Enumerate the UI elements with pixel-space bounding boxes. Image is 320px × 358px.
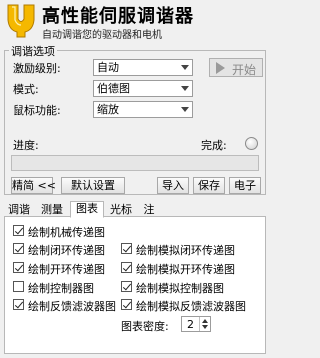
tab-measure[interactable]: 测量 [36,202,68,217]
tab-cursor[interactable]: 光标 [106,202,136,217]
checkbox-label: 绘制反馈滤波器图 [28,300,116,313]
arrow-up-icon[interactable] [202,319,208,323]
checkbox-box [13,299,24,310]
tuning-options-group: 调谐选项 激励级别: 自动 开始 模式: 伯德图 鼠标功能: 缩放 进度: 完成… [4,43,266,195]
app-subtitle: 自动调谐您的驱动器和电机 [42,30,162,41]
chart-density-value: 2 [187,318,194,331]
tuning-fork-logo-icon [7,4,35,38]
import-button[interactable]: 导入 [157,177,189,194]
play-icon [216,62,225,74]
checkbox-label: 绘制闭环传递图 [28,244,105,257]
save-button[interactable]: 保存 [193,177,225,194]
excitation-label: 激励级别: [13,62,61,75]
checkbox-box [13,281,24,292]
checkbox-box [13,225,24,236]
progress-label: 进度: [13,139,39,152]
electronic-button[interactable]: 电子 [229,177,261,194]
mouse-function-label: 鼠标功能: [13,104,61,117]
mouse-function-select[interactable]: 缩放 [93,101,193,118]
start-button-label: 开始 [232,63,257,77]
chart-density-spinner[interactable]: 2 [181,316,211,332]
tab-chart[interactable]: 图表 [70,201,104,218]
spinner-arrows[interactable] [199,317,210,331]
chart-density-label: 图表密度: [121,320,169,333]
checkbox-box [121,262,132,273]
checkbox-box [13,262,24,273]
group-title: 调谐选项 [9,43,57,59]
progress-bar [11,155,259,171]
arrow-down-icon[interactable] [202,325,208,329]
checkbox-label: 绘制模拟控制器图 [136,282,224,295]
chevron-down-icon [181,107,189,112]
simple-button[interactable]: 精简 << [11,177,56,194]
done-label: 完成: [201,139,227,152]
mode-select[interactable]: 伯德图 [93,80,193,97]
checkbox-box [121,243,132,254]
checkbox-label: 绘制模拟开环传递图 [136,263,235,276]
checkbox-box [121,299,132,310]
checkbox-box [121,281,132,292]
done-indicator-icon [245,137,258,150]
checkbox-label: 绘制开环传递图 [28,263,105,276]
excitation-value: 自动 [97,61,119,74]
checkbox-label: 绘制模拟反馈滤波器图 [136,300,246,313]
chart-options-panel: 绘制机械传递图 绘制闭环传递图 绘制开环传递图 绘制控制器图 绘制反馈滤波器图 … [4,216,266,354]
tab-notes[interactable]: 注 [138,202,160,217]
chevron-down-icon [181,65,189,70]
tab-tuning[interactable]: 调谐 [4,202,34,217]
checkbox-box [13,243,24,254]
mouse-function-value: 缩放 [97,103,119,116]
checkbox-label: 绘制控制器图 [28,282,94,295]
chevron-down-icon [181,86,189,91]
defaults-button[interactable]: 默认设置 [61,177,125,194]
checkbox-label: 绘制模拟闭环传递图 [136,244,235,257]
app-header: 高性能伺服调谐器 自动调谐您的驱动器和电机 [0,0,272,44]
app-title: 高性能伺服调谐器 [42,6,194,27]
start-button[interactable]: 开始 [209,58,263,77]
mode-label: 模式: [13,83,39,96]
mode-value: 伯德图 [97,82,130,95]
checkbox-label: 绘制机械传递图 [28,226,105,239]
excitation-select[interactable]: 自动 [93,59,193,76]
